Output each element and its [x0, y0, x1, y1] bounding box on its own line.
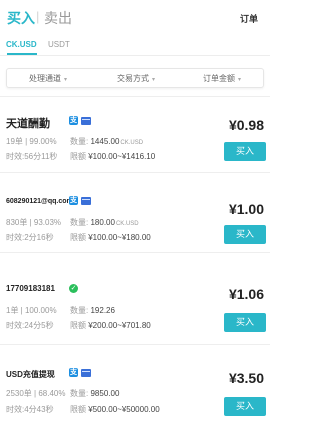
- order-stats: 19单 | 99.00%: [6, 137, 57, 146]
- payment-methods: 支: [69, 368, 91, 377]
- quantity-label: 数量:: [70, 306, 89, 315]
- filter-trade-method-label: 交易方式: [117, 74, 149, 83]
- buy-button[interactable]: 买入: [224, 225, 266, 244]
- merchant-name: 天道酬勤: [6, 118, 50, 130]
- tab-sell[interactable]: 卖出: [44, 8, 72, 28]
- buy-button[interactable]: 买入: [224, 397, 266, 416]
- merchant-name: 17709183181: [6, 284, 55, 293]
- chevron-down-icon: ▾: [152, 77, 156, 83]
- listing-card: 17709183181 ✓ 1单 | 100.00% 时效:24分5秒 数量: …: [0, 254, 270, 334]
- limit-label: 限额: [70, 405, 86, 414]
- currency-tab-usdt[interactable]: USDT: [48, 40, 70, 49]
- limit-row: 限额 ¥100.00~¥1416.10: [70, 151, 155, 162]
- alipay-icon: 支: [69, 368, 78, 377]
- price: ¥0.98: [228, 117, 264, 133]
- payment-methods: ✓: [69, 284, 78, 293]
- limit-label: 限额: [70, 233, 86, 242]
- quantity-value: 1445.00: [90, 137, 120, 146]
- limit-value: ¥200.00~¥701.80: [88, 321, 151, 330]
- order-stats: 2530单 | 68.40%: [6, 389, 66, 398]
- merchant-name: 608290121@qq.com: [6, 198, 73, 205]
- filter-channel-label: 处理通道: [29, 74, 61, 83]
- alipay-icon: 支: [69, 196, 78, 205]
- quantity-label: 数量:: [70, 389, 89, 398]
- divider: [0, 344, 270, 345]
- quantity-row: 数量: 1445.00CK.USD: [70, 136, 143, 147]
- bank-card-icon: [81, 197, 91, 205]
- price: ¥3.50: [228, 370, 264, 386]
- divider: [0, 96, 270, 97]
- divider: [0, 172, 270, 173]
- quantity-unit: CK.USD: [120, 140, 144, 146]
- response-time: 时效:56分11秒: [6, 152, 58, 161]
- alipay-icon: 支: [69, 116, 78, 125]
- quantity-value: 192.26: [90, 306, 115, 315]
- limit-row: 限额 ¥500.00~¥50000.00: [70, 404, 160, 415]
- merchant-name: USD充值提现: [6, 370, 55, 379]
- limit-row: 限额 ¥100.00~¥180.00: [70, 232, 151, 243]
- filter-order-amount-label: 订单金额: [203, 74, 235, 83]
- response-time: 时效:2分16秒: [6, 233, 54, 242]
- filter-channel[interactable]: 处理通道 ▾: [29, 73, 67, 84]
- currency-tab-ckusd[interactable]: CK.USD: [6, 40, 37, 49]
- listing-card: 天道酬勤 支 19单 | 99.00% 时效:56分11秒 数量: 1445.0…: [0, 98, 270, 168]
- bank-card-icon: [81, 117, 91, 125]
- payment-methods: 支: [69, 196, 91, 205]
- limit-value: ¥500.00~¥50000.00: [88, 405, 160, 414]
- buy-button[interactable]: 买入: [224, 313, 266, 332]
- divider: [0, 55, 270, 56]
- bank-card-icon: [81, 369, 91, 377]
- response-time: 时效:24分5秒: [6, 321, 54, 330]
- quantity-label: 数量:: [70, 218, 89, 227]
- limit-value: ¥100.00~¥180.00: [88, 233, 151, 242]
- quantity-value: 9850.00: [90, 389, 120, 398]
- quantity-row: 数量: 9850.00: [70, 388, 119, 399]
- payment-methods: 支: [69, 116, 91, 125]
- filter-order-amount[interactable]: 订单金额 ▾: [203, 73, 241, 84]
- price: ¥1.00: [228, 201, 264, 217]
- limit-row: 限额 ¥200.00~¥701.80: [70, 320, 151, 331]
- quantity-row: 数量: 180.00CK.USD: [70, 217, 139, 228]
- chevron-down-icon: ▾: [64, 77, 68, 83]
- limit-value: ¥100.00~¥1416.10: [88, 152, 156, 161]
- divider: [0, 252, 270, 253]
- top-bar: 买入 | 卖出 订单: [0, 0, 270, 34]
- listing-card: USD充值提现 支 2530单 | 68.40% 时效:4分43秒 数量: 98…: [0, 346, 270, 434]
- wechat-icon: ✓: [69, 284, 78, 293]
- orders-link[interactable]: 订单: [240, 12, 258, 25]
- price: ¥1.06: [228, 286, 264, 302]
- quantity-value: 180.00: [90, 218, 115, 227]
- tab-buy[interactable]: 买入: [7, 8, 35, 28]
- filter-trade-method[interactable]: 交易方式 ▾: [117, 73, 155, 84]
- chevron-down-icon: ▾: [238, 77, 242, 83]
- quantity-row: 数量: 192.26: [70, 305, 115, 316]
- quantity-unit: CK.USD: [115, 221, 139, 227]
- tab-separator: |: [36, 9, 40, 24]
- quantity-label: 数量:: [70, 137, 89, 146]
- response-time: 时效:4分43秒: [6, 405, 54, 414]
- buy-button[interactable]: 买入: [224, 142, 266, 161]
- limit-label: 限额: [70, 321, 86, 330]
- order-stats: 830单 | 93.03%: [6, 218, 62, 227]
- listing-card: 608290121@qq.com 支 830单 | 93.03% 时效:2分16…: [0, 174, 270, 244]
- order-stats: 1单 | 100.00%: [6, 306, 57, 315]
- limit-label: 限额: [70, 152, 86, 161]
- filter-bar: 处理通道 ▾ 交易方式 ▾ 订单金额 ▾: [6, 68, 264, 88]
